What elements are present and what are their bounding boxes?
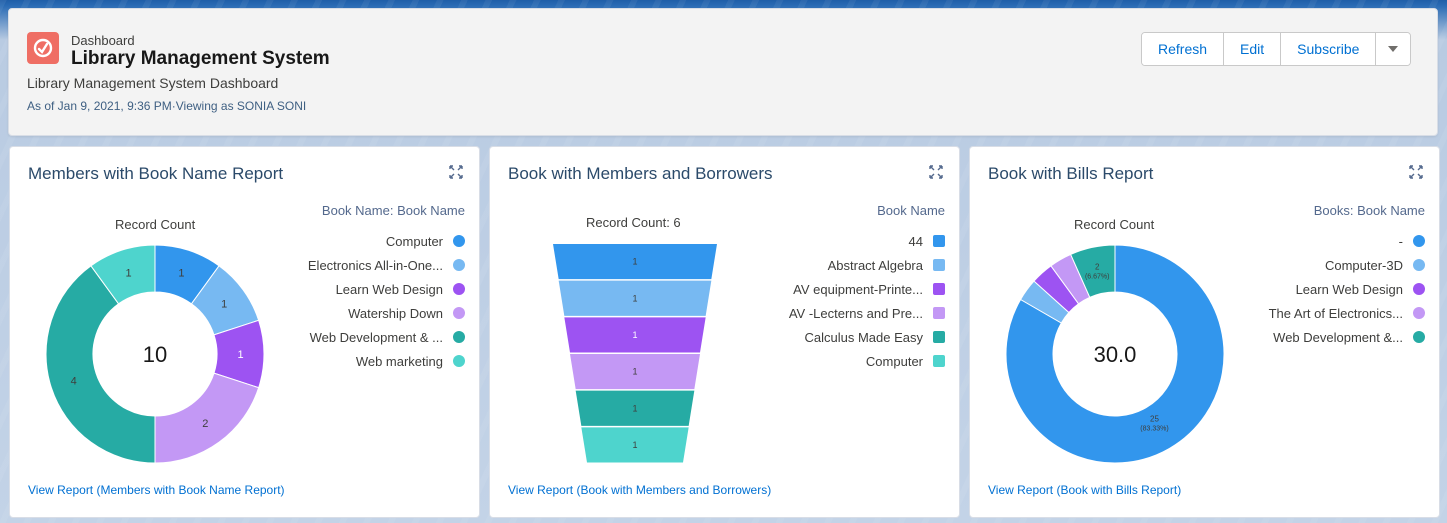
slice-value-label: 1 bbox=[178, 268, 184, 280]
funnel-value-label: 1 bbox=[632, 403, 637, 413]
slice-value-label: 1 bbox=[237, 349, 243, 361]
donut-center-value: 10 bbox=[143, 342, 167, 367]
refresh-button[interactable]: Refresh bbox=[1142, 33, 1225, 65]
view-report-link[interactable]: View Report (Book with Members and Borro… bbox=[508, 483, 771, 497]
funnel-value-label: 1 bbox=[632, 367, 637, 377]
slice-value-label: 2 bbox=[202, 418, 208, 430]
dashboard-gauge-icon bbox=[27, 32, 59, 64]
chevron-down-icon bbox=[1388, 46, 1399, 52]
donut-chart[interactable]: 1 1 1 2 4 1 10 bbox=[10, 147, 481, 519]
as-of-timestamp: As of Jan 9, 2021, 9:36 PM·Viewing as SO… bbox=[27, 99, 307, 113]
page-subtitle: Library Management System Dashboard bbox=[27, 75, 279, 91]
slice-percent-label: (83.33%) bbox=[1140, 425, 1168, 432]
book-bills-report-card: Book with Bills Report Record Count Book… bbox=[969, 146, 1440, 518]
view-report-link[interactable]: View Report (Book with Bills Report) bbox=[988, 483, 1181, 497]
slice-value-label: 1 bbox=[221, 299, 227, 311]
donut-chart[interactable]: 25 (83.33%) 2 (6.67%) 30.0 bbox=[970, 147, 1441, 519]
donut-slice[interactable] bbox=[45, 265, 156, 464]
slice-value-label: 2 bbox=[1095, 262, 1100, 271]
dashboard-header: Dashboard Library Management System Libr… bbox=[8, 8, 1438, 136]
edit-button[interactable]: Edit bbox=[1224, 33, 1282, 65]
funnel-value-label: 1 bbox=[632, 440, 637, 450]
funnel-value-label: 1 bbox=[632, 293, 637, 303]
page-eyebrow: Dashboard bbox=[71, 33, 135, 48]
book-members-borrowers-card: Book with Members and Borrowers Record C… bbox=[489, 146, 960, 518]
page-title: Library Management System bbox=[71, 48, 330, 69]
funnel-value-label: 1 bbox=[632, 257, 637, 267]
funnel-chart[interactable]: 1 1 1 1 1 1 bbox=[490, 147, 961, 519]
subscribe-button[interactable]: Subscribe bbox=[1281, 33, 1377, 65]
funnel-value-label: 1 bbox=[632, 330, 637, 340]
slice-percent-label: (6.67%) bbox=[1085, 273, 1110, 280]
header-button-group: Refresh Edit Subscribe bbox=[1141, 32, 1412, 66]
donut-center-value: 30.0 bbox=[1094, 342, 1137, 367]
slice-value-label: 1 bbox=[126, 268, 132, 280]
members-book-report-card: Members with Book Name Report Record Cou… bbox=[9, 146, 480, 518]
more-actions-button[interactable] bbox=[1376, 33, 1411, 65]
slice-value-label: 4 bbox=[71, 375, 77, 387]
view-report-link[interactable]: View Report (Members with Book Name Repo… bbox=[28, 483, 285, 497]
slice-value-label: 25 bbox=[1150, 414, 1159, 423]
